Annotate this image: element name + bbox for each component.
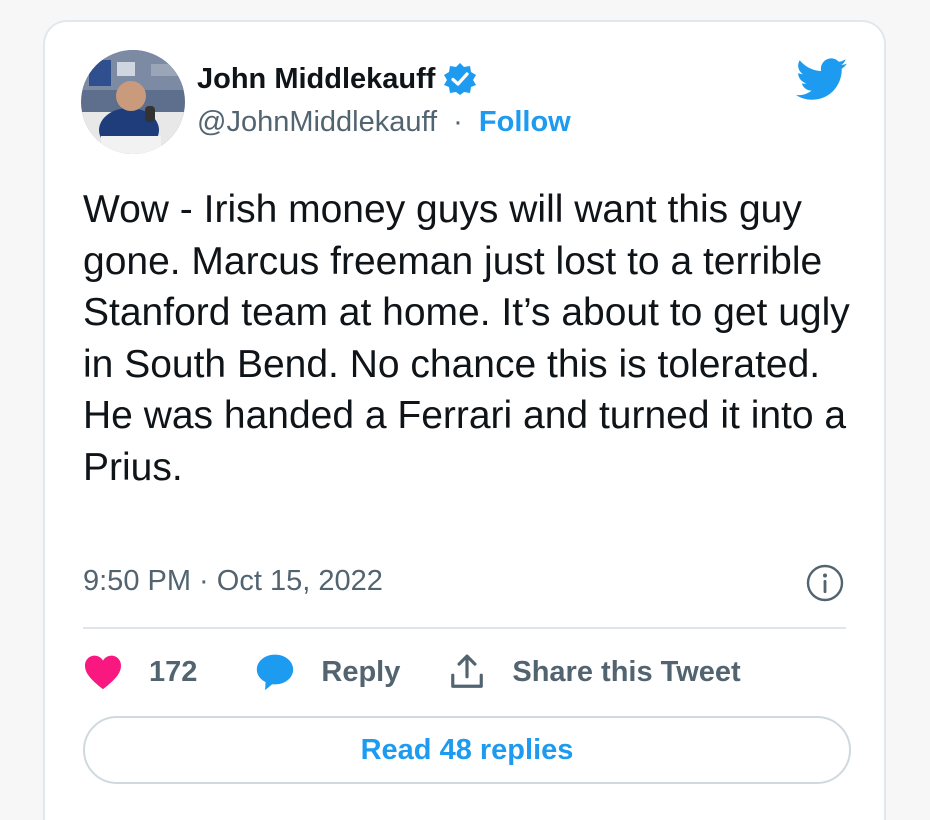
- reply-label: Reply: [321, 655, 401, 688]
- avatar[interactable]: [81, 50, 185, 154]
- verified-badge-icon: [443, 62, 477, 96]
- share-button[interactable]: Share this Tweet: [448, 653, 741, 691]
- tweet-card: John Middlekauff @JohnMiddlekauff · Foll…: [43, 20, 886, 820]
- info-icon[interactable]: [806, 564, 844, 602]
- divider: [83, 627, 846, 629]
- like-button[interactable]: 172: [83, 654, 197, 690]
- heart-icon: [83, 654, 123, 690]
- share-label: Share this Tweet: [512, 655, 741, 688]
- author-name-row[interactable]: John Middlekauff: [197, 62, 477, 96]
- tweet-text: Wow - Irish money guys will want this gu…: [83, 188, 850, 489]
- tweet-timestamp[interactable]: 9:50 PM · Oct 15, 2022: [83, 565, 383, 598]
- reply-button[interactable]: Reply: [255, 653, 400, 691]
- handle-row: @JohnMiddlekauff · Follow: [197, 106, 571, 139]
- follow-button[interactable]: Follow: [479, 106, 571, 138]
- author-handle[interactable]: @JohnMiddlekauff: [197, 106, 437, 138]
- like-count: 172: [149, 655, 198, 688]
- share-upload-icon: [448, 653, 486, 691]
- read-replies-button[interactable]: Read 48 replies: [83, 716, 851, 784]
- twitter-bird-icon[interactable]: [796, 58, 848, 102]
- handle-separator: ·: [453, 106, 463, 138]
- action-bar: 172 Reply Share this Tweet: [83, 650, 853, 694]
- speech-bubble-icon: [255, 653, 295, 691]
- read-replies-label: Read 48 replies: [360, 733, 574, 766]
- author-display-name[interactable]: John Middlekauff: [197, 63, 435, 96]
